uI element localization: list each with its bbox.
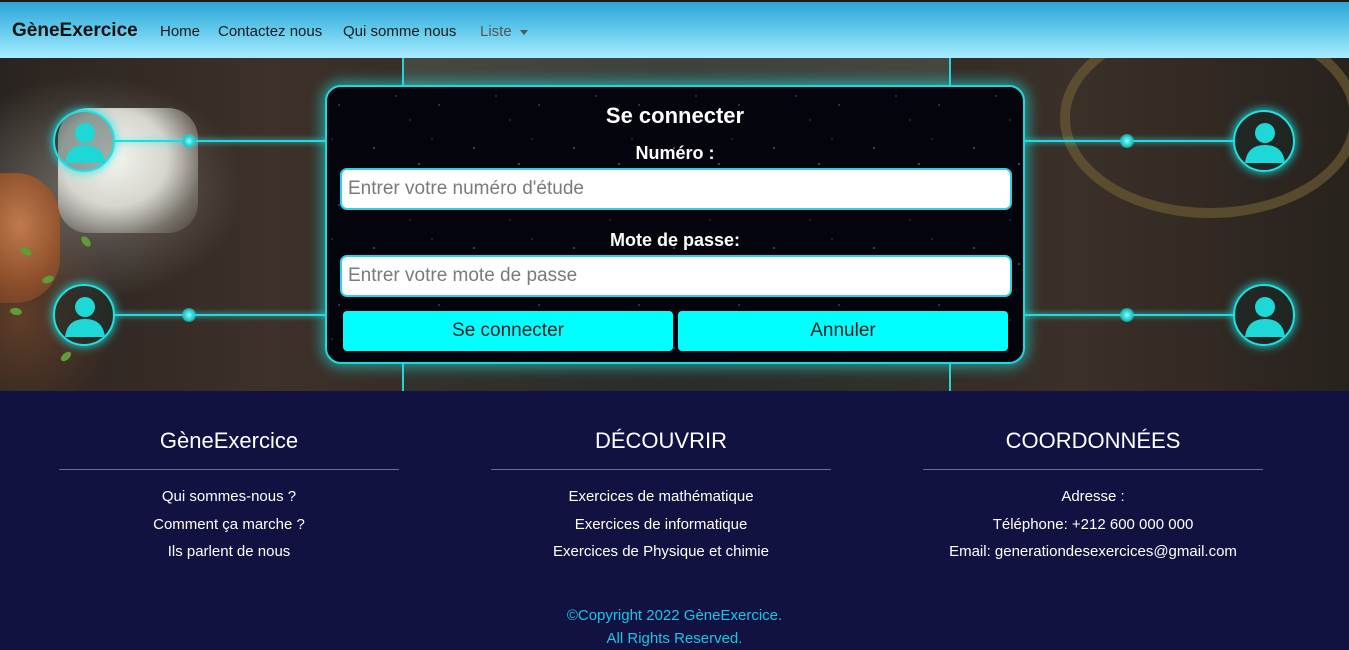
footer-divider: [923, 469, 1263, 470]
copyright: ©Copyright 2022 GèneExercice. All Rights…: [0, 604, 1349, 650]
nav-link-home[interactable]: Home: [160, 23, 200, 40]
network-line: [115, 314, 330, 316]
nav-link-contact[interactable]: Contactez nous: [218, 23, 322, 40]
network-node: [182, 308, 196, 322]
nav-link-about[interactable]: Qui somme nous: [343, 23, 456, 40]
leaf-decoration: [9, 307, 23, 316]
footer-divider: [59, 469, 399, 470]
footer-link-physique[interactable]: Exercices de Physique et chimie: [491, 542, 831, 570]
login-form: Se connecter Numéro : Mote de passe: Se …: [325, 85, 1025, 364]
brand-logo[interactable]: GèneExercice: [12, 20, 138, 42]
user-icon: [53, 284, 115, 346]
network-node: [182, 134, 196, 148]
network-line: [115, 140, 330, 142]
footer-link-informatique[interactable]: Exercices de informatique: [491, 515, 831, 543]
footer-column-contact: COORDONNÉES Adresse : Téléphone: +212 60…: [923, 391, 1263, 570]
chevron-down-icon[interactable]: [520, 30, 528, 35]
footer-column-title: COORDONNÉES: [1005, 428, 1181, 453]
hero-plant-pot: [0, 173, 60, 303]
footer-phone: Téléphone: +212 600 000 000: [992, 515, 1194, 533]
password-label: Mote de passe:: [609, 230, 741, 250]
cancel-button[interactable]: Annuler: [678, 311, 1008, 351]
user-icon: [1233, 110, 1295, 172]
leaf-decoration: [59, 349, 73, 364]
footer-address: Adresse :: [1061, 488, 1125, 505]
user-icon: [53, 110, 115, 172]
numero-input[interactable]: [340, 168, 1012, 210]
login-button[interactable]: Se connecter: [343, 311, 673, 351]
footer-column-brand: GèneExercice Qui sommes-nous ? Comment ç…: [59, 391, 399, 570]
footer-divider: [491, 469, 831, 470]
footer-link-math[interactable]: Exercices de mathématique: [491, 487, 831, 515]
login-title: Se connecter: [605, 103, 745, 128]
user-icon: [1233, 284, 1295, 346]
footer-column-title: GèneExercice: [159, 428, 299, 453]
numero-label: Numéro :: [635, 143, 715, 163]
network-node: [1120, 134, 1134, 148]
footer-email[interactable]: Email: generationdesexercices@gmail.com: [923, 542, 1263, 570]
footer: GèneExercice Qui sommes-nous ? Comment ç…: [0, 391, 1349, 647]
footer-link-testimonials[interactable]: Ils parlent de nous: [59, 542, 399, 570]
footer-column-discover: DÉCOUVRIR Exercices de mathématique Exer…: [491, 391, 831, 570]
navbar: GèneExercice Home Contactez nous Qui som…: [0, 0, 1349, 58]
copyright-line: ©Copyright 2022 GèneExercice.: [566, 607, 783, 624]
password-input[interactable]: [340, 255, 1012, 297]
footer-column-title: DÉCOUVRIR: [594, 428, 727, 453]
network-node: [1120, 308, 1134, 322]
hero-hoop-decoration: [1060, 58, 1349, 218]
nav-dropdown-liste[interactable]: Liste: [480, 23, 512, 40]
footer-link-about[interactable]: Qui sommes-nous ?: [59, 487, 399, 515]
leaf-decoration: [79, 234, 93, 249]
footer-link-how-it-works[interactable]: Comment ça marche ?: [59, 515, 399, 543]
